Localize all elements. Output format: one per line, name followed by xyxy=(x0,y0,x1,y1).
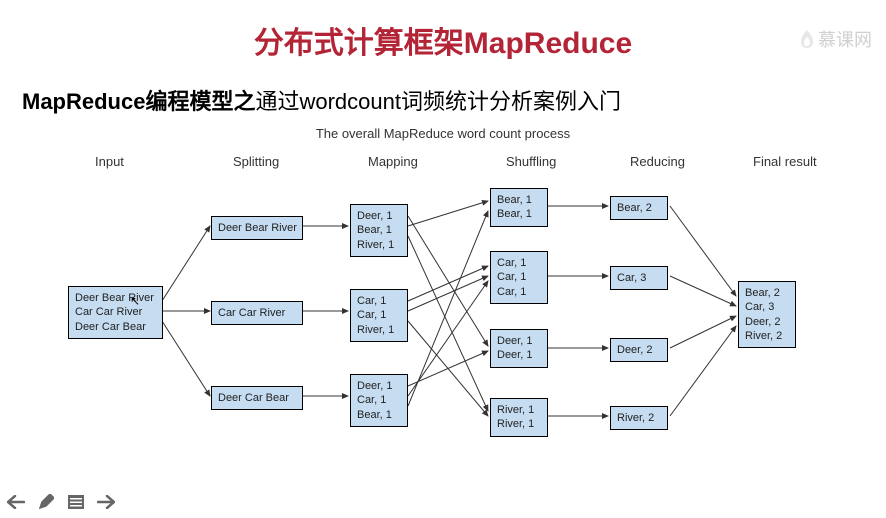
map-box-0: Deer, 1Bear, 1River, 1 xyxy=(350,204,408,257)
forward-button[interactable] xyxy=(96,492,116,512)
presentation-toolbar xyxy=(6,492,116,512)
mapreduce-diagram: The overall MapReduce word count process… xyxy=(18,116,868,456)
map-box-1: Car, 1Car, 1River, 1 xyxy=(350,289,408,342)
pencil-icon[interactable] xyxy=(36,492,56,512)
split-box-1: Car Car River xyxy=(211,301,303,325)
menu-icon[interactable] xyxy=(66,492,86,512)
shuffle-box-1: Car, 1Car, 1Car, 1 xyxy=(490,251,548,304)
reduce-box-3: River, 2 xyxy=(610,406,668,430)
split-box-2: Deer Car Bear xyxy=(211,386,303,410)
final-box: Bear, 2Car, 3Deer, 2River, 2 xyxy=(738,281,796,348)
map-box-2: Deer, 1Car, 1Bear, 1 xyxy=(350,374,408,427)
watermark-logo: 慕课网 xyxy=(798,26,872,52)
reduce-box-1: Car, 3 xyxy=(610,266,668,290)
page-title: 分布式计算框架MapReduce xyxy=(0,18,886,62)
reduce-box-0: Bear, 2 xyxy=(610,196,668,220)
subtitle-thin: 通过wordcount词频统计分析案例入门 xyxy=(255,89,621,114)
subtitle-bold: MapReduce编程模型之 xyxy=(22,89,255,114)
split-box-0: Deer Bear River xyxy=(211,216,303,240)
shuffle-box-3: River, 1River, 1 xyxy=(490,398,548,437)
watermark-text: 慕课网 xyxy=(818,26,872,52)
shuffle-box-0: Bear, 1Bear, 1 xyxy=(490,188,548,227)
shuffle-box-2: Deer, 1Deer, 1 xyxy=(490,329,548,368)
input-box: Deer Bear River Car Car River Deer Car B… xyxy=(68,286,163,339)
page-subtitle: MapReduce编程模型之通过wordcount词频统计分析案例入门 xyxy=(22,84,886,116)
back-button[interactable] xyxy=(6,492,26,512)
reduce-box-2: Deer, 2 xyxy=(610,338,668,362)
